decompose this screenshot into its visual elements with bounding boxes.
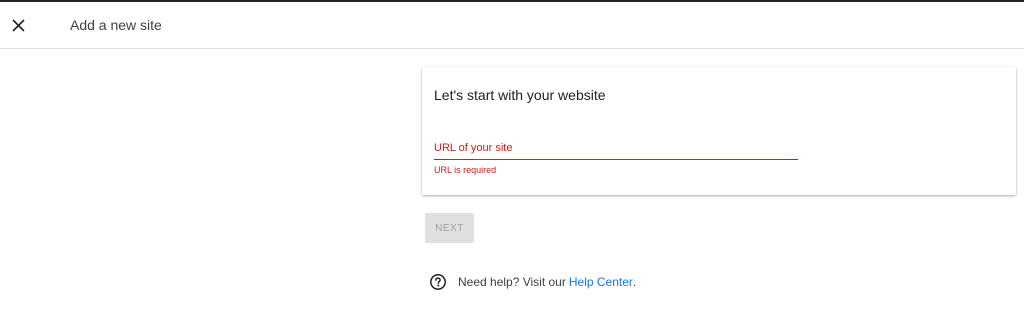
url-error-message: URL is required <box>434 165 497 175</box>
page-header: Add a new site <box>0 2 1024 49</box>
help-circle-icon <box>429 273 447 291</box>
close-button[interactable] <box>6 13 30 37</box>
close-icon <box>11 18 25 32</box>
card-title: Let's start with your website <box>434 87 606 103</box>
help-row: Need help? Visit our Help Center . <box>429 272 636 292</box>
help-center-link[interactable]: Help Center <box>569 275 633 289</box>
page-title: Add a new site <box>70 17 162 33</box>
help-text: Need help? Visit our <box>458 275 566 289</box>
help-period: . <box>632 275 637 289</box>
next-button[interactable]: NEXT <box>425 213 474 243</box>
url-input[interactable] <box>434 131 798 160</box>
url-field <box>434 131 798 161</box>
website-card: Let's start with your website URL is req… <box>422 67 1016 195</box>
